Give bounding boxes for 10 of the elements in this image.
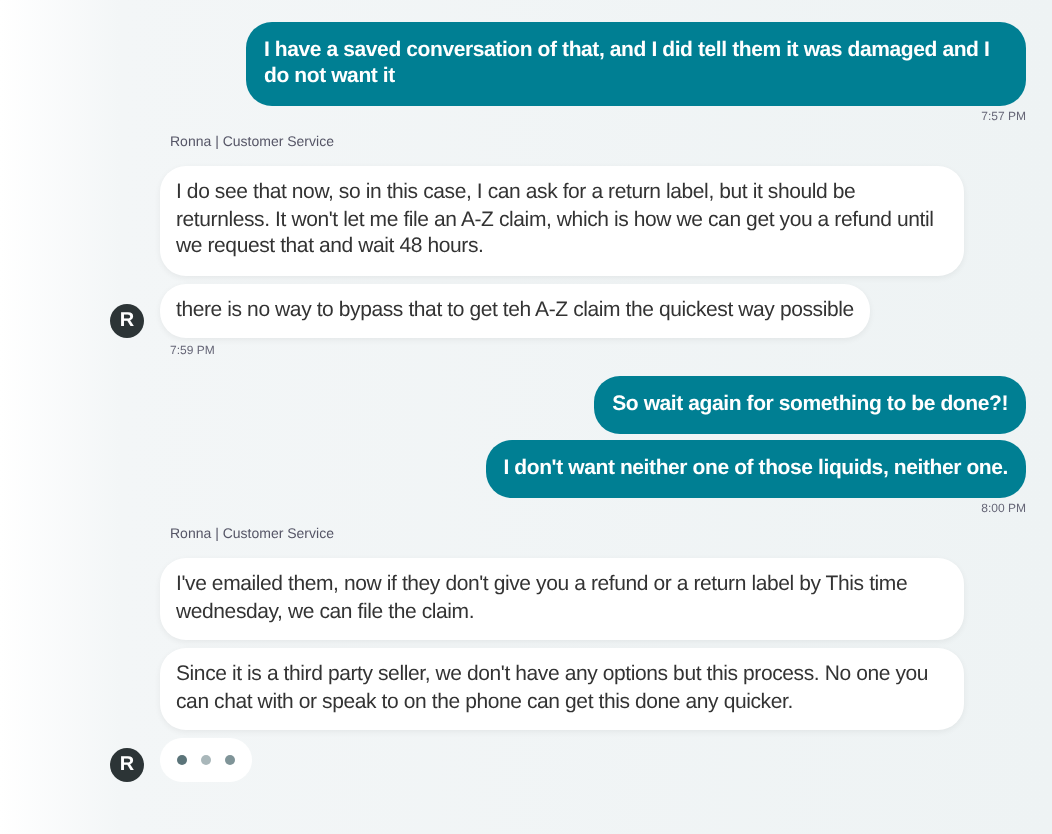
user-message: So wait again for something to be done?! (594, 376, 1026, 434)
agent-message: Since it is a third party seller, we don't have any options but this process. No one you can chat with or speak to on the phone can get this done any quicker. (160, 648, 964, 730)
user-message: I have a saved conversation of that, and I did tell them it was damaged and I do not want it (246, 22, 1026, 106)
agent-avatar: R (110, 304, 144, 338)
typing-dots-icon (176, 754, 236, 766)
agent-message: I do see that now, so in this case, I can ask for a return label, but it should be returnless. It won't let me file an A-Z claim, which is how we can get you a refund until we request that and wait 48 hours. (160, 166, 964, 275)
agent-message: I've emailed them, now if they don't give you a refund or a return label by This time wednesday, we can file the claim. (160, 558, 964, 640)
agent-avatar: R (110, 748, 144, 782)
agent-message: there is no way to bypass that to get teh A-Z claim the quickest way possible (160, 283, 870, 338)
user-message: I don't want neither one of those liquids, neither one. (485, 440, 1026, 498)
